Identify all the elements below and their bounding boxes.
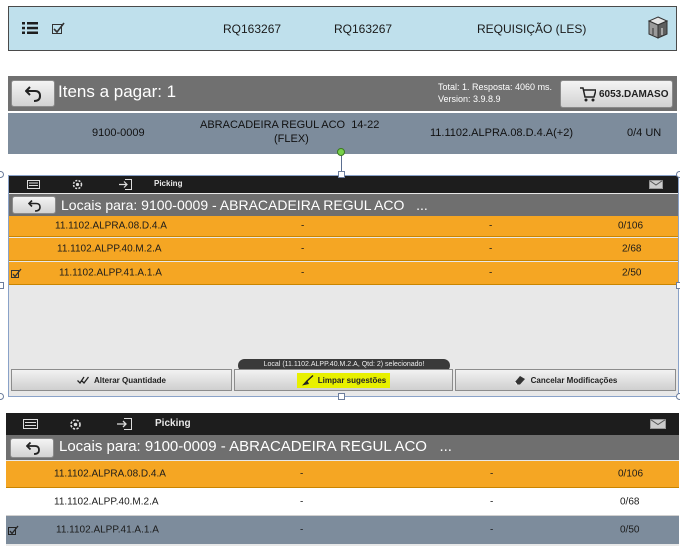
- checklist-icon[interactable]: [52, 22, 65, 35]
- back-button[interactable]: [10, 438, 54, 458]
- location-qty: 2/68: [622, 243, 642, 255]
- clear-suggestions-label: Limpar sugestões: [317, 375, 387, 385]
- requisition-type: REQUISIÇÃO (LES): [477, 22, 587, 36]
- location-col3: -: [490, 468, 494, 480]
- settings-icon[interactable]: [71, 178, 84, 191]
- login-icon[interactable]: [117, 418, 132, 430]
- eraser-icon: [514, 376, 525, 385]
- cancel-changes-button[interactable]: Cancelar Modificações: [455, 369, 676, 391]
- status-version: Version: 3.9.8.9: [438, 94, 501, 104]
- location-code: 11.1102.ALPP.41.A.1.A: [59, 267, 162, 279]
- resize-handle[interactable]: [676, 393, 680, 400]
- locations-titlebar: Locais para: 9100-0009 - ABRACADEIRA REG…: [9, 194, 678, 216]
- payment-toolbar: Itens a pagar: 1 Total: 1. Resposta: 406…: [8, 76, 677, 111]
- location-qty: 0/50: [620, 524, 640, 536]
- toast-text: Local (11.1102.ALPP.40.M.2.A, Qtd: 2) se…: [263, 361, 425, 368]
- location-row[interactable]: 11.1102.ALPP.41.A.1.A - - 0/50: [6, 516, 679, 544]
- location-qty: 0/106: [618, 220, 644, 232]
- resize-handle[interactable]: [0, 393, 4, 400]
- location-row[interactable]: 11.1102.ALPRA.08.D.4.A - - 0/106: [9, 216, 678, 237]
- location-qty: 0/106: [618, 468, 644, 480]
- resize-handle[interactable]: [0, 282, 4, 289]
- change-quantity-button[interactable]: Alterar Quantidade: [11, 369, 232, 391]
- location-code: 11.1102.ALPRA.08.D.4.A: [54, 468, 166, 480]
- settings-icon[interactable]: [68, 417, 83, 432]
- app-title: Picking: [155, 418, 191, 429]
- picking-panel-selected: Picking Locais para: 9100-0009 - ABRACAD…: [8, 175, 679, 397]
- item-description-line1: ABRACADEIRA REGUL ACO 14-22: [200, 119, 380, 131]
- location-col2: -: [300, 524, 304, 536]
- location-col3: -: [489, 267, 493, 279]
- location-col2: -: [301, 267, 305, 279]
- mail-icon[interactable]: [649, 180, 663, 189]
- item-code: 9100-0009: [92, 127, 145, 139]
- location-col2: -: [300, 468, 304, 480]
- location-code: 11.1102.ALPP.41.A.1.A: [56, 524, 159, 536]
- broom-icon: [301, 374, 314, 385]
- location-col3: -: [490, 496, 494, 507]
- keyboard-icon[interactable]: [27, 180, 40, 189]
- requisition-ref: RQ163267: [334, 22, 393, 36]
- checked-icon[interactable]: [11, 268, 22, 279]
- mail-icon[interactable]: [650, 419, 666, 429]
- location-col2: -: [301, 243, 305, 255]
- picking-panel-result: Picking Locais para: 9100-0009 - ABRACAD…: [6, 413, 679, 546]
- change-quantity-label: Alterar Quantidade: [93, 375, 166, 385]
- location-code: 11.1102.ALPP.40.M.2.A: [54, 496, 159, 507]
- requisition-header: RQ163267 RQ163267 REQUISIÇÃO (LES): [8, 6, 677, 51]
- location-qty: 2/50: [622, 267, 642, 279]
- location-col3: -: [489, 220, 493, 232]
- checked-icon[interactable]: [8, 525, 19, 536]
- back-button[interactable]: [12, 196, 56, 214]
- clear-suggestions-highlight: Limpar sugestões: [296, 372, 391, 388]
- payment-panel: Itens a pagar: 1 Total: 1. Resposta: 406…: [8, 76, 677, 154]
- location-col3: -: [489, 243, 493, 255]
- cancel-changes-label: Cancelar Modificações: [530, 375, 618, 385]
- double-check-icon: [77, 376, 89, 384]
- item-quantity: 0/4 UN: [627, 127, 662, 139]
- resize-handle[interactable]: [338, 393, 345, 400]
- location-code: 11.1102.ALPRA.08.D.4.A: [55, 220, 167, 232]
- location-col2: -: [300, 496, 304, 507]
- resize-handle[interactable]: [676, 282, 680, 289]
- list-icon[interactable]: [22, 21, 38, 35]
- requisition-id: RQ163267: [223, 22, 282, 36]
- location-row[interactable]: 11.1102.ALPP.41.A.1.A - - 2/50: [9, 262, 678, 285]
- resize-handle[interactable]: [0, 171, 4, 178]
- back-button[interactable]: [11, 80, 55, 107]
- login-icon[interactable]: [119, 179, 132, 190]
- items-to-pay-title: Itens a pagar: 1: [58, 82, 177, 101]
- back-arrow-icon: [25, 86, 42, 102]
- locations-title: Locais para: 9100-0009 - ABRACADEIRA REG…: [59, 438, 452, 455]
- clear-suggestions-button[interactable]: Limpar sugestões: [234, 369, 453, 391]
- location-row[interactable]: 11.1102.ALPRA.08.D.4.A - - 0/106: [6, 461, 679, 488]
- item-description-line2: (FLEX): [274, 133, 309, 145]
- item-location: 11.1102.ALPRA.08.D.4.A(+2): [430, 127, 573, 139]
- location-code: 11.1102.ALPP.40.M.2.A: [57, 243, 162, 255]
- app-title: Picking: [154, 179, 183, 188]
- app-toolbar: Picking: [9, 176, 678, 193]
- back-arrow-icon: [28, 200, 41, 212]
- cart-label: 6053.DAMASO: [599, 89, 669, 100]
- cart-button[interactable]: 6053.DAMASO: [560, 80, 673, 108]
- location-col2: -: [301, 220, 305, 232]
- app-toolbar: Picking: [6, 413, 679, 435]
- locations-title: Locais para: 9100-0009 - ABRACADEIRA REG…: [61, 197, 428, 213]
- keyboard-icon[interactable]: [23, 419, 38, 429]
- locations-titlebar: Locais para: 9100-0009 - ABRACADEIRA REG…: [6, 435, 679, 460]
- resize-handle[interactable]: [676, 171, 680, 178]
- cart-icon: [580, 87, 596, 102]
- location-col3: -: [490, 524, 494, 536]
- rotate-handle[interactable]: [337, 148, 345, 156]
- location-row[interactable]: 11.1102.ALPP.40.M.2.A - - 2/68: [9, 238, 678, 261]
- boxes-icon[interactable]: [647, 16, 669, 40]
- resize-handle[interactable]: [338, 171, 345, 178]
- location-qty: 0/68: [620, 496, 640, 507]
- status-response: Total: 1. Resposta: 4060 ms.: [438, 82, 553, 92]
- location-row[interactable]: 11.1102.ALPP.40.M.2.A - - 0/68: [6, 488, 679, 516]
- back-arrow-icon: [26, 442, 40, 455]
